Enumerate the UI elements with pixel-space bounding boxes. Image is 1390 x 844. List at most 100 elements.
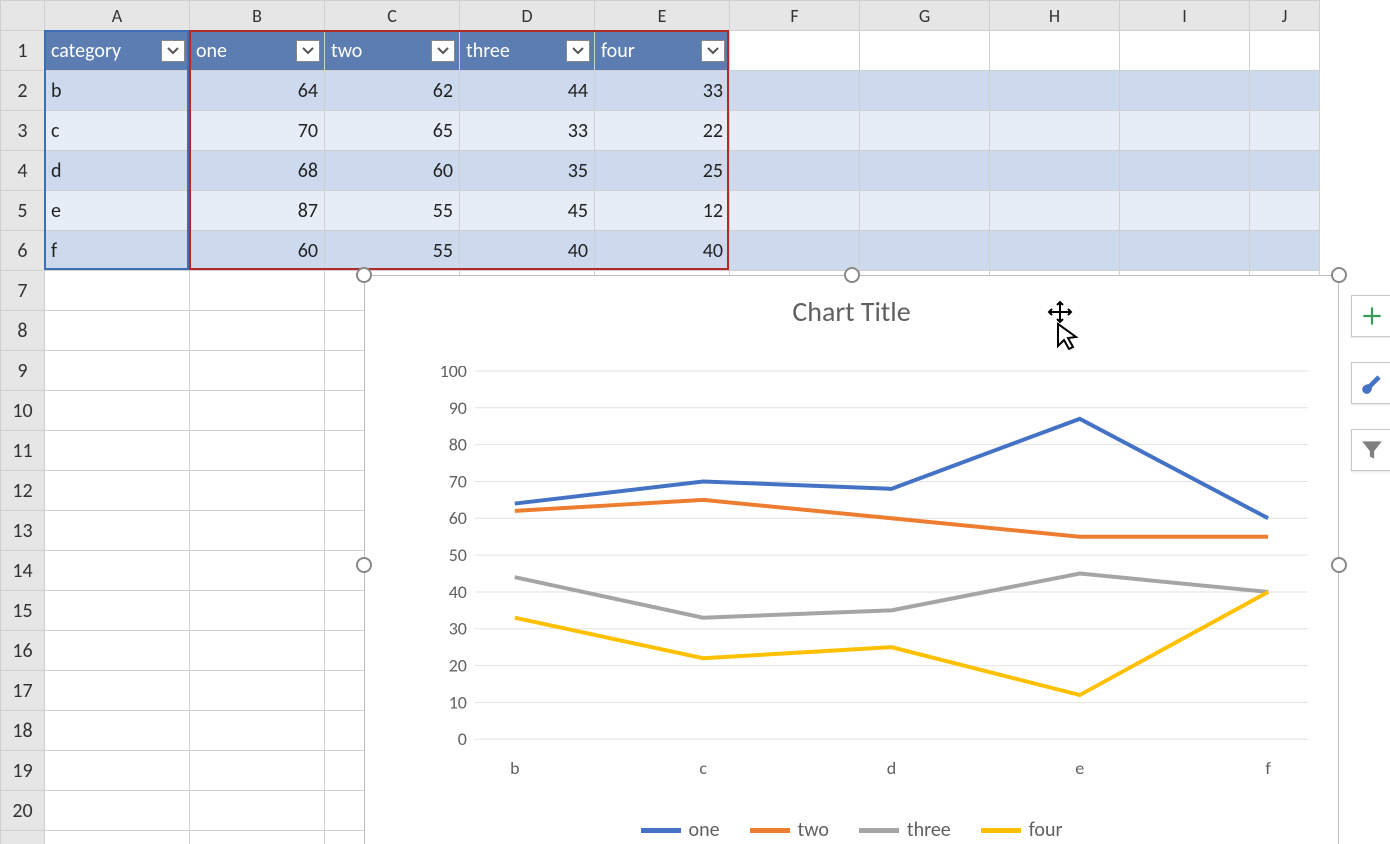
col-header-A[interactable]: A bbox=[45, 1, 190, 31]
chart-filters-button[interactable] bbox=[1351, 429, 1390, 471]
cell-B11[interactable] bbox=[190, 431, 325, 471]
col-header-E[interactable]: E bbox=[595, 1, 730, 31]
chart-legend[interactable]: one two three four bbox=[365, 818, 1338, 842]
cell-G6[interactable] bbox=[860, 231, 990, 271]
cell-A13[interactable] bbox=[45, 511, 190, 551]
chart-styles-button[interactable] bbox=[1351, 362, 1390, 404]
filter-dropdown-icon[interactable] bbox=[431, 40, 455, 62]
cell-A15[interactable] bbox=[45, 591, 190, 631]
row-header-5[interactable]: 5 bbox=[1, 191, 45, 231]
chart-title[interactable]: Chart Title bbox=[365, 294, 1338, 329]
cell-B1[interactable]: one bbox=[190, 31, 325, 71]
cell-H5[interactable] bbox=[990, 191, 1120, 231]
cell-A14[interactable] bbox=[45, 551, 190, 591]
row-header-20[interactable]: 20 bbox=[1, 791, 45, 831]
cell-C6[interactable]: 55 bbox=[325, 231, 460, 271]
cell-G4[interactable] bbox=[860, 151, 990, 191]
col-header-I[interactable]: I bbox=[1120, 1, 1250, 31]
cell-B14[interactable] bbox=[190, 551, 325, 591]
cell-I1[interactable] bbox=[1120, 31, 1250, 71]
cell-A16[interactable] bbox=[45, 631, 190, 671]
cell-A21[interactable] bbox=[45, 831, 190, 844]
cell-A20[interactable] bbox=[45, 791, 190, 831]
cell-B21[interactable] bbox=[190, 831, 325, 844]
row-header-7[interactable]: 7 bbox=[1, 271, 45, 311]
row-header-6[interactable]: 6 bbox=[1, 231, 45, 271]
row-header-4[interactable]: 4 bbox=[1, 151, 45, 191]
cell-J2[interactable] bbox=[1250, 71, 1320, 111]
row-header-21[interactable]: 21 bbox=[1, 831, 45, 844]
cell-C2[interactable]: 62 bbox=[325, 71, 460, 111]
cell-D3[interactable]: 33 bbox=[460, 111, 595, 151]
cell-B5[interactable]: 87 bbox=[190, 191, 325, 231]
legend-item-four[interactable]: four bbox=[981, 818, 1063, 842]
resize-handle-ml[interactable] bbox=[356, 557, 372, 573]
cell-B6[interactable]: 60 bbox=[190, 231, 325, 271]
cell-F2[interactable] bbox=[730, 71, 860, 111]
cell-A7[interactable] bbox=[45, 271, 190, 311]
embedded-chart[interactable]: Chart Title 0102030405060708090100bcdef … bbox=[364, 275, 1339, 844]
cell-A2[interactable]: b bbox=[45, 71, 190, 111]
col-header-J[interactable]: J bbox=[1250, 1, 1320, 31]
cell-G3[interactable] bbox=[860, 111, 990, 151]
legend-item-two[interactable]: two bbox=[750, 818, 829, 842]
cell-A4[interactable]: d bbox=[45, 151, 190, 191]
cell-J1[interactable] bbox=[1250, 31, 1320, 71]
cell-A1[interactable]: category bbox=[45, 31, 190, 71]
cell-H2[interactable] bbox=[990, 71, 1120, 111]
cell-A3[interactable]: c bbox=[45, 111, 190, 151]
legend-item-one[interactable]: one bbox=[641, 818, 720, 842]
row-header-10[interactable]: 10 bbox=[1, 391, 45, 431]
resize-handle-tm[interactable] bbox=[844, 267, 860, 283]
cell-I3[interactable] bbox=[1120, 111, 1250, 151]
row-header-17[interactable]: 17 bbox=[1, 671, 45, 711]
cell-J4[interactable] bbox=[1250, 151, 1320, 191]
filter-dropdown-icon[interactable] bbox=[161, 40, 185, 62]
cell-B15[interactable] bbox=[190, 591, 325, 631]
cell-D4[interactable]: 35 bbox=[460, 151, 595, 191]
row-header-11[interactable]: 11 bbox=[1, 431, 45, 471]
row-header-3[interactable]: 3 bbox=[1, 111, 45, 151]
resize-handle-mr[interactable] bbox=[1331, 557, 1347, 573]
row-header-14[interactable]: 14 bbox=[1, 551, 45, 591]
cell-C5[interactable]: 55 bbox=[325, 191, 460, 231]
cell-F6[interactable] bbox=[730, 231, 860, 271]
cell-A6[interactable]: f bbox=[45, 231, 190, 271]
cell-D1[interactable]: three bbox=[460, 31, 595, 71]
cell-D2[interactable]: 44 bbox=[460, 71, 595, 111]
filter-dropdown-icon[interactable] bbox=[701, 40, 725, 62]
cell-B2[interactable]: 64 bbox=[190, 71, 325, 111]
cell-B18[interactable] bbox=[190, 711, 325, 751]
col-header-G[interactable]: G bbox=[860, 1, 990, 31]
cell-E3[interactable]: 22 bbox=[595, 111, 730, 151]
cell-B16[interactable] bbox=[190, 631, 325, 671]
col-header-B[interactable]: B bbox=[190, 1, 325, 31]
cell-I6[interactable] bbox=[1120, 231, 1250, 271]
cell-I5[interactable] bbox=[1120, 191, 1250, 231]
cell-E1[interactable]: four bbox=[595, 31, 730, 71]
cell-A9[interactable] bbox=[45, 351, 190, 391]
row-header-1[interactable]: 1 bbox=[1, 31, 45, 71]
cell-E5[interactable]: 12 bbox=[595, 191, 730, 231]
cell-A17[interactable] bbox=[45, 671, 190, 711]
cell-F4[interactable] bbox=[730, 151, 860, 191]
cell-A18[interactable] bbox=[45, 711, 190, 751]
cell-H1[interactable] bbox=[990, 31, 1120, 71]
row-header-2[interactable]: 2 bbox=[1, 71, 45, 111]
cell-E4[interactable]: 25 bbox=[595, 151, 730, 191]
col-header-F[interactable]: F bbox=[730, 1, 860, 31]
legend-item-three[interactable]: three bbox=[859, 818, 951, 842]
cell-F5[interactable] bbox=[730, 191, 860, 231]
cell-E2[interactable]: 33 bbox=[595, 71, 730, 111]
cell-A8[interactable] bbox=[45, 311, 190, 351]
series-three[interactable] bbox=[515, 574, 1268, 618]
row-header-12[interactable]: 12 bbox=[1, 471, 45, 511]
chart-plot-area[interactable]: 0102030405060708090100bcdef bbox=[425, 366, 1318, 794]
cell-D6[interactable]: 40 bbox=[460, 231, 595, 271]
cell-J5[interactable] bbox=[1250, 191, 1320, 231]
col-header-C[interactable]: C bbox=[325, 1, 460, 31]
row-header-15[interactable]: 15 bbox=[1, 591, 45, 631]
select-all-corner[interactable] bbox=[1, 1, 45, 31]
chart-elements-button[interactable] bbox=[1351, 295, 1390, 337]
cell-H3[interactable] bbox=[990, 111, 1120, 151]
